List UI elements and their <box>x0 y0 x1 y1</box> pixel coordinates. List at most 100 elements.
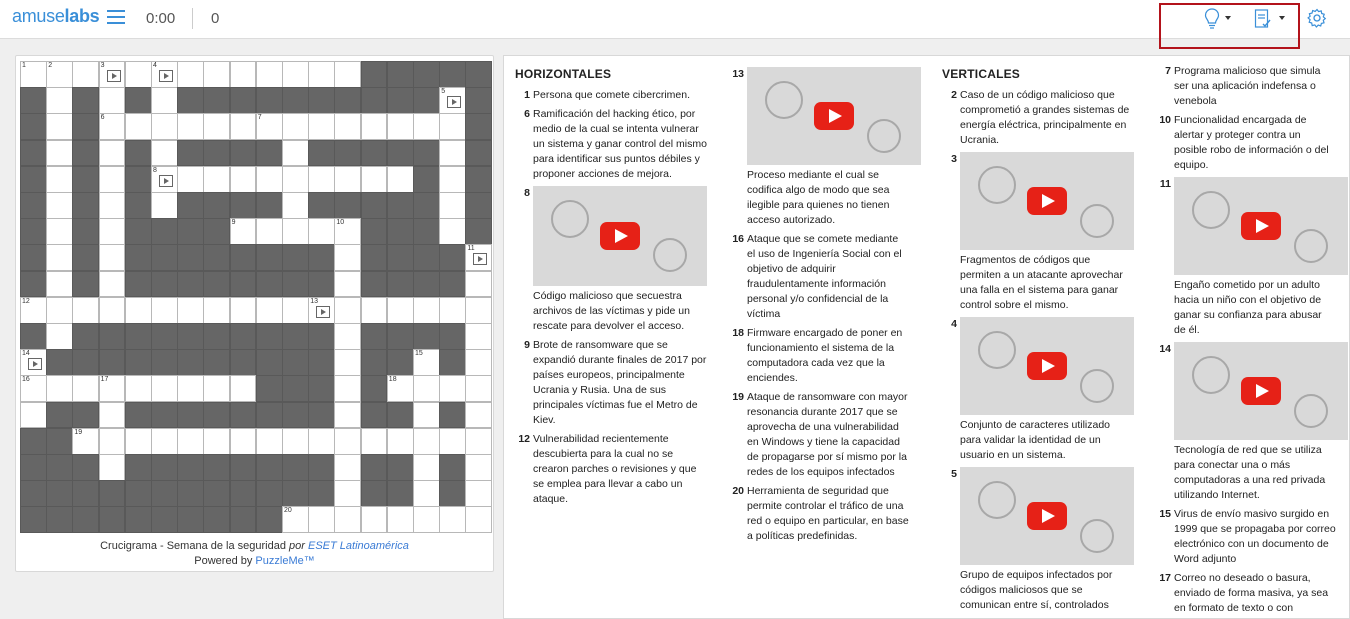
grid-cell[interactable] <box>98 427 126 455</box>
grid-cell[interactable]: 10 <box>334 218 362 245</box>
grid-cell[interactable] <box>203 296 231 324</box>
grid-cell[interactable] <box>177 375 204 403</box>
grid-cell[interactable] <box>151 296 178 324</box>
grid-cell[interactable] <box>98 270 126 298</box>
grid-cell[interactable] <box>46 113 73 141</box>
grid-cell[interactable] <box>465 506 493 534</box>
grid-cell[interactable] <box>98 454 126 481</box>
grid-cell[interactable] <box>439 192 466 219</box>
grid-cell[interactable]: 5 <box>439 87 466 114</box>
grid-cell[interactable]: 8 <box>151 165 178 193</box>
grid-cell[interactable] <box>413 401 440 429</box>
grid-cell[interactable] <box>386 165 414 193</box>
grid-cell[interactable] <box>46 375 73 403</box>
grid-cell[interactable] <box>334 401 362 429</box>
grid-cell[interactable] <box>360 427 388 455</box>
grid-cell[interactable] <box>151 192 178 219</box>
clue-item[interactable]: 4 Conjunto de caracteres utilizado para v… <box>942 317 1134 463</box>
grid-cell[interactable] <box>360 165 388 193</box>
video-thumbnail[interactable] <box>533 186 707 286</box>
grid-cell[interactable] <box>229 113 257 141</box>
grid-cell[interactable] <box>46 323 73 350</box>
grid-cell[interactable] <box>308 506 335 534</box>
grid-cell[interactable] <box>255 61 283 88</box>
clue-item[interactable]: 11 Engaño cometido por un adulto hacia un… <box>1156 177 1348 338</box>
grid-cell[interactable] <box>46 165 73 193</box>
grid-cell[interactable] <box>46 218 73 245</box>
clue-item[interactable]: 5 Grupo de equipos infectados por códigos… <box>942 467 1134 613</box>
grid-cell[interactable] <box>282 113 309 141</box>
grid-cell[interactable] <box>98 87 126 114</box>
crossword-grid[interactable]: 1 2 3 4 5 6 7 8 9 10 11 12 13 14 15 16 17 18 19 20 <box>20 61 493 534</box>
grid-cell[interactable] <box>439 427 466 455</box>
grid-cell[interactable] <box>124 61 152 88</box>
grid-cell[interactable] <box>124 113 152 141</box>
grid-cell[interactable] <box>72 61 100 88</box>
clue-item[interactable]: 13 Proceso mediante el cual se codifica a… <box>729 67 921 228</box>
grid-cell[interactable] <box>72 296 100 324</box>
check-button[interactable] <box>1254 8 1286 30</box>
clue-item[interactable]: 12 Vulnerabilidad recientemente descubier… <box>515 432 710 507</box>
grid-cell[interactable]: 19 <box>72 427 100 455</box>
clue-item[interactable]: 17 Correo no deseado o basura, enviado de… <box>1156 571 1336 618</box>
grid-cell[interactable] <box>465 270 493 298</box>
grid-cell[interactable] <box>413 480 440 507</box>
grid-cell[interactable] <box>413 427 440 455</box>
grid-cell[interactable] <box>229 296 257 324</box>
youtube-play-icon[interactable] <box>1241 377 1281 405</box>
grid-cell[interactable] <box>46 244 73 272</box>
grid-cell[interactable] <box>282 165 309 193</box>
video-thumbnail[interactable] <box>960 317 1134 415</box>
clue-item[interactable]: 1 Persona que comete cibercrimen. <box>515 88 710 103</box>
grid-cell[interactable]: 12 <box>20 296 47 324</box>
grid-cell[interactable] <box>465 349 493 376</box>
grid-cell[interactable] <box>282 218 309 245</box>
grid-cell[interactable] <box>151 113 178 141</box>
clue-item[interactable]: 9 Brote de ransomware que se expandió dur… <box>515 338 710 428</box>
grid-cell[interactable] <box>177 113 204 141</box>
grid-cell[interactable] <box>413 506 440 534</box>
grid-cell[interactable] <box>360 113 388 141</box>
clue-item[interactable]: 7 Programa malicioso que simula ser una a… <box>1156 64 1336 109</box>
grid-cell[interactable]: 11 <box>465 244 493 272</box>
grid-cell[interactable] <box>203 427 231 455</box>
grid-cell[interactable]: 2 <box>46 61 73 88</box>
youtube-play-icon[interactable] <box>600 222 640 250</box>
grid-cell[interactable] <box>334 61 362 88</box>
grid-cell[interactable] <box>334 165 362 193</box>
grid-cell[interactable] <box>386 427 414 455</box>
grid-cell[interactable] <box>386 113 414 141</box>
grid-cell[interactable] <box>46 87 73 114</box>
grid-cell[interactable] <box>308 113 335 141</box>
grid-cell[interactable]: 1 <box>20 61 47 88</box>
video-thumbnail[interactable] <box>1174 342 1348 440</box>
grid-cell[interactable] <box>46 192 73 219</box>
grid-cell[interactable] <box>98 139 126 167</box>
grid-cell[interactable]: 17 <box>98 375 126 403</box>
grid-cell[interactable] <box>386 296 414 324</box>
grid-cell[interactable] <box>282 61 309 88</box>
grid-cell[interactable] <box>439 375 466 403</box>
menu-icon[interactable] <box>107 10 125 26</box>
grid-cell[interactable] <box>151 139 178 167</box>
puzzleme-link[interactable]: PuzzleMe™ <box>255 555 314 567</box>
grid-cell[interactable]: 15 <box>413 349 440 376</box>
grid-cell[interactable] <box>334 454 362 481</box>
grid-cell[interactable] <box>334 349 362 376</box>
grid-cell[interactable] <box>203 375 231 403</box>
grid-cell[interactable]: 9 <box>229 218 257 245</box>
grid-cell[interactable]: 18 <box>386 375 414 403</box>
grid-cell[interactable] <box>98 401 126 429</box>
grid-cell[interactable] <box>465 296 493 324</box>
grid-cell[interactable] <box>465 454 493 481</box>
grid-cell[interactable] <box>72 375 100 403</box>
grid-cell[interactable] <box>98 192 126 219</box>
grid-cell[interactable] <box>151 427 178 455</box>
grid-cell[interactable] <box>439 218 466 245</box>
grid-cell[interactable] <box>413 296 440 324</box>
grid-cell[interactable] <box>334 113 362 141</box>
video-thumbnail[interactable] <box>747 67 921 165</box>
grid-cell[interactable]: 6 <box>98 113 126 141</box>
grid-cell[interactable] <box>413 375 440 403</box>
clue-item[interactable]: 3 Fragmentos de códigos que permiten a un… <box>942 152 1134 313</box>
